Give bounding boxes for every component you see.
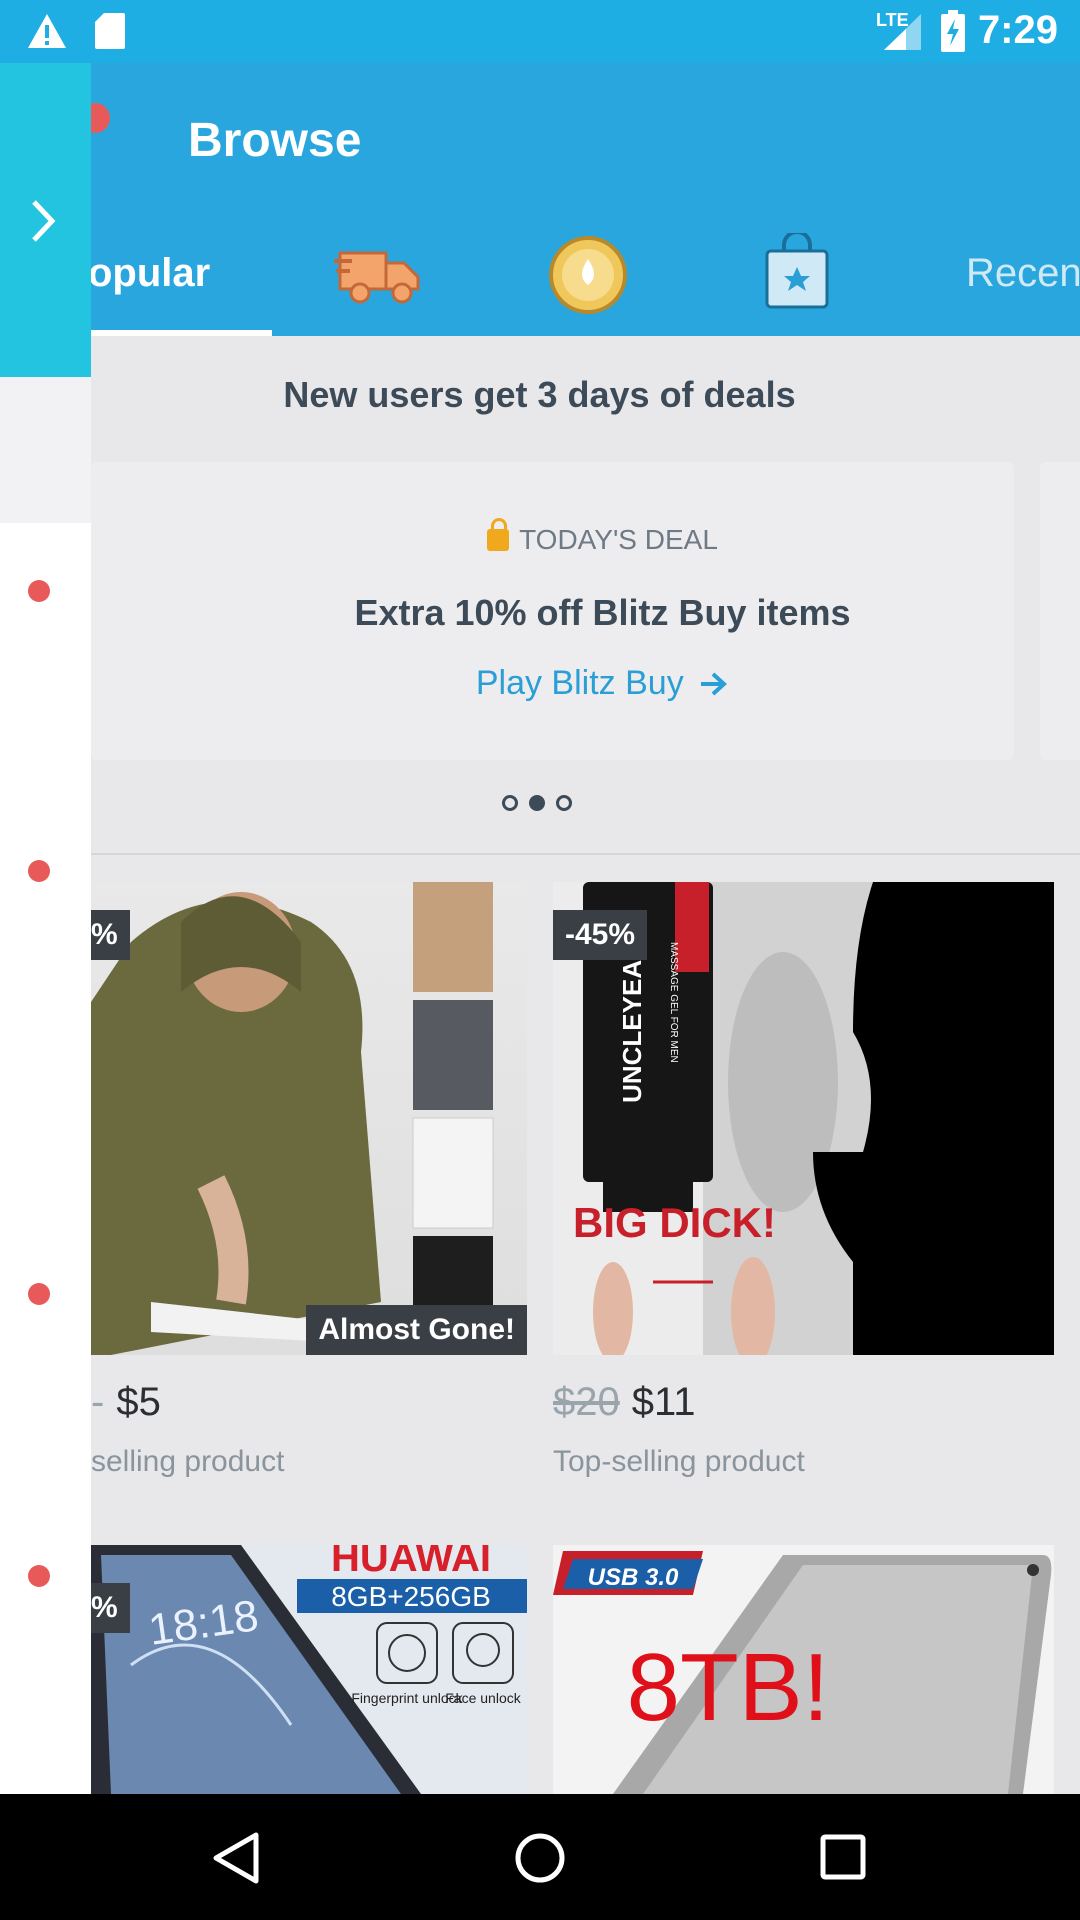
- divider: [91, 853, 1080, 855]
- tab-popular-label: opular: [88, 251, 211, 295]
- pager-dot-active: [529, 795, 545, 811]
- battery-charging-icon: [941, 10, 965, 52]
- phone-brand: HUAWAI: [331, 1545, 491, 1580]
- shopping-bag-star-icon: [765, 230, 829, 309]
- hoodie-photo: [91, 882, 494, 1355]
- phone-photo: 18:18 HUAWAI 8GB+256GB Fingerprint unloc…: [91, 1545, 527, 1794]
- phone-face-label: Face unlock: [445, 1690, 521, 1706]
- drawer-section: [0, 377, 91, 523]
- truck-icon: [334, 251, 420, 304]
- tab-wishlist[interactable]: [764, 230, 854, 323]
- product-image-hdd[interactable]: USB 3.0 8TB!: [553, 1545, 1054, 1794]
- product-image-hoodie[interactable]: % Almost Gone!: [91, 882, 527, 1355]
- page-title: Browse: [188, 114, 362, 167]
- lock-icon: [487, 518, 510, 551]
- status-bar: LTE 7:29: [0, 0, 1080, 63]
- signal-icon: [884, 14, 921, 50]
- sd-card-icon: [95, 13, 125, 49]
- drawer-toggle-button[interactable]: [0, 63, 91, 377]
- price-line: - $5: [91, 1380, 161, 1425]
- tab-rewards[interactable]: [548, 235, 638, 325]
- deal-card[interactable]: TODAY'S DEAL Extra 10% off Blitz Buy ite…: [91, 462, 1014, 760]
- deal-label: TODAY'S DEAL: [91, 518, 1014, 556]
- price-line: $20 $11: [553, 1380, 696, 1425]
- carousel-pager: [502, 795, 583, 815]
- price-old: $20: [553, 1380, 620, 1424]
- tab-shipping[interactable]: [334, 239, 424, 329]
- product-image-phone[interactable]: 18:18 HUAWAI 8GB+256GB Fingerprint unloc…: [91, 1545, 527, 1794]
- hdd-image-text: 8TB!: [627, 1634, 830, 1741]
- drawer-item-dot[interactable]: [28, 860, 50, 882]
- tab-indicator: [60, 330, 272, 336]
- gel-tube-small: MASSAGE GEL FOR MEN: [668, 942, 679, 1063]
- deal-title: Extra 10% off Blitz Buy items: [354, 592, 851, 633]
- pager-dot: [556, 795, 572, 811]
- pager-dot: [502, 795, 518, 811]
- product-image-gel[interactable]: UNCLEYEAH MASSAGE GEL FOR MEN BIG DICK! …: [553, 882, 1054, 1355]
- clock: 7:29: [977, 8, 1058, 52]
- gel-tube-brand: UNCLEYEAH: [617, 941, 647, 1103]
- product-subtitle: Top-selling product: [553, 1445, 805, 1478]
- arrow-right-icon: [701, 672, 728, 696]
- discount-badge: %: [91, 1583, 130, 1633]
- almost-gone-badge: Almost Gone!: [306, 1305, 527, 1355]
- price-current: $11: [631, 1380, 696, 1424]
- deal-label-text: TODAY'S DEAL: [519, 524, 718, 555]
- navigation-bar: [0, 1794, 1080, 1920]
- discount-badge: -45%: [553, 910, 648, 960]
- hdd-badge: USB 3.0: [588, 1564, 679, 1591]
- price-current: $5: [116, 1380, 161, 1424]
- coin-icon: [549, 236, 627, 314]
- gel-image-text: BIG DICK!: [573, 1199, 776, 1246]
- drawer-item-dot[interactable]: [28, 1283, 50, 1305]
- deal-card-next[interactable]: [1040, 462, 1080, 760]
- promo-heading: New users get 3 days of deals: [283, 374, 796, 415]
- product-subtitle: selling product: [91, 1445, 285, 1478]
- price-old: -: [91, 1380, 105, 1424]
- hdd-photo: USB 3.0 8TB!: [553, 1551, 1052, 1794]
- chevron-right-icon: [32, 200, 56, 242]
- deal-link-text: Play Blitz Buy: [475, 664, 684, 702]
- deal-link[interactable]: Play Blitz Buy: [91, 664, 1014, 703]
- back-icon[interactable]: [212, 1832, 260, 1884]
- phone-spec: 8GB+256GB: [331, 1581, 491, 1612]
- warning-icon: [28, 14, 66, 48]
- discount-badge: %: [91, 910, 130, 960]
- drawer-item-dot[interactable]: [28, 580, 50, 602]
- app-bar: Browse opular Recen: [0, 63, 1080, 336]
- recents-icon[interactable]: [820, 1834, 866, 1880]
- tab-popular[interactable]: opular: [60, 243, 272, 336]
- tab-recent-label: Recen: [966, 251, 1080, 295]
- tab-recent[interactable]: Recen: [966, 243, 1080, 336]
- drawer-item-dot[interactable]: [28, 1565, 50, 1587]
- home-icon[interactable]: [514, 1832, 566, 1884]
